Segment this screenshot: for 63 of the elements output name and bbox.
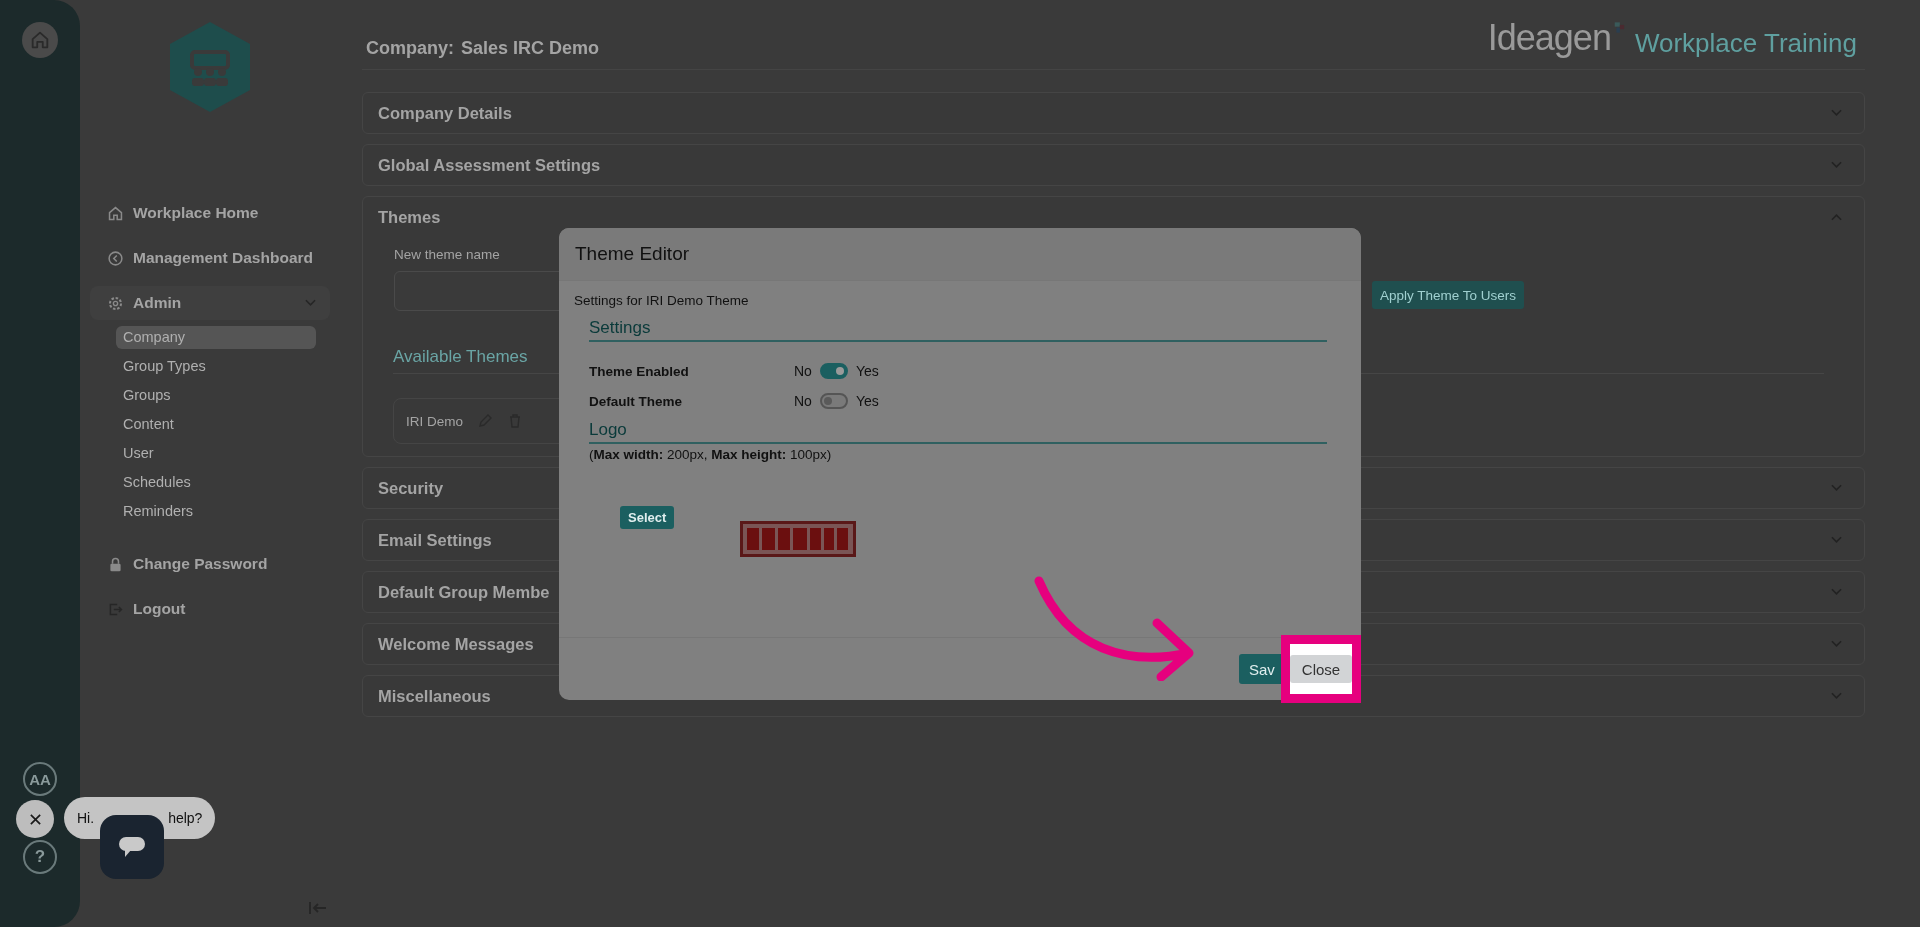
setting-label: Default Theme: [589, 393, 684, 409]
close-button[interactable]: Close: [1289, 655, 1353, 683]
toggle-switch[interactable]: [819, 393, 848, 409]
product-name: Workplace Training: [1634, 28, 1857, 59]
toggle-switch[interactable]: [819, 363, 848, 379]
brand-mark-icon: [1612, 20, 1625, 35]
brand-name: Ideagen: [1487, 20, 1611, 56]
dialog-subtitle: Settings for IRI Demo Theme: [574, 293, 750, 308]
dialog-title: Theme Editor: [575, 243, 690, 265]
chevron-icon: [1831, 161, 1842, 169]
lock-icon: [107, 555, 124, 573]
accordion-header[interactable]: Company Details: [363, 93, 1864, 133]
accordion-header[interactable]: Miscellaneous: [363, 676, 1864, 716]
home-icon: [107, 204, 124, 222]
avatar-button[interactable]: AA: [23, 762, 57, 796]
company-name: Sales IRC Demo: [461, 38, 600, 59]
nav-subitem[interactable]: Content: [116, 413, 316, 436]
nav-subitem[interactable]: Groups: [116, 384, 316, 407]
nav-subitem[interactable]: User: [116, 442, 316, 465]
field-label: New theme name: [394, 247, 500, 262]
toggle-on-label: Yes: [855, 393, 879, 409]
chat-button[interactable]: [100, 815, 164, 879]
chat-greeting: help?: [168, 810, 203, 826]
chevron-icon: [1831, 588, 1842, 596]
theme-name: IRI Demo: [406, 413, 463, 429]
accordion-header[interactable]: Security: [363, 468, 1864, 508]
accordion-header[interactable]: Themes: [363, 197, 1864, 237]
select-button[interactable]: Select: [620, 506, 675, 529]
nav-subitem[interactable]: Reminders: [116, 500, 316, 523]
home-icon: [29, 29, 51, 51]
gear-icon: [107, 294, 124, 312]
save-button[interactable]: Sav: [1239, 654, 1281, 684]
section-heading: Logo: [589, 420, 1327, 444]
accordion-header[interactable]: Default Group Membe: [363, 572, 1864, 612]
chevron-icon: [1831, 536, 1842, 544]
app-logo-icon: [168, 20, 252, 114]
chat-icon: [117, 835, 147, 859]
nav-item[interactable]: Admin: [90, 286, 330, 320]
logo-size-note: (Max width: 200px, Max height: 100px): [589, 446, 833, 462]
section-heading: Settings: [589, 318, 1327, 342]
apply-theme-button[interactable]: Apply Theme To Users: [1371, 281, 1524, 309]
nav-subitem[interactable]: Schedules: [116, 471, 316, 494]
home-button[interactable]: [22, 22, 58, 58]
accordion-header[interactable]: Welcome Messages: [363, 624, 1864, 664]
chat-greeting: Hi.: [77, 810, 95, 826]
nav-item[interactable]: Management Dashboard: [90, 241, 330, 275]
nav-subitem[interactable]: Group Types: [116, 355, 316, 378]
help-button[interactable]: ?: [23, 840, 57, 874]
nav-item[interactable]: Logout: [90, 592, 330, 626]
chevron-icon: [305, 299, 316, 307]
toggle-off-label: No: [794, 393, 812, 409]
nav-item[interactable]: Change Password: [90, 547, 330, 581]
back-icon: [107, 249, 124, 267]
close-icon: [28, 812, 42, 826]
chevron-icon: [1831, 692, 1842, 700]
company-label: Company:: [366, 38, 454, 59]
chevron-icon: [1831, 484, 1842, 492]
chevron-icon: [1831, 109, 1842, 117]
nav-subitem[interactable]: Company: [116, 326, 316, 349]
nav-item[interactable]: Workplace Home: [90, 196, 330, 230]
chevron-icon: [1831, 213, 1842, 221]
chevron-icon: [1831, 640, 1842, 648]
accordion-header[interactable]: Global Assessment Settings: [363, 145, 1864, 185]
